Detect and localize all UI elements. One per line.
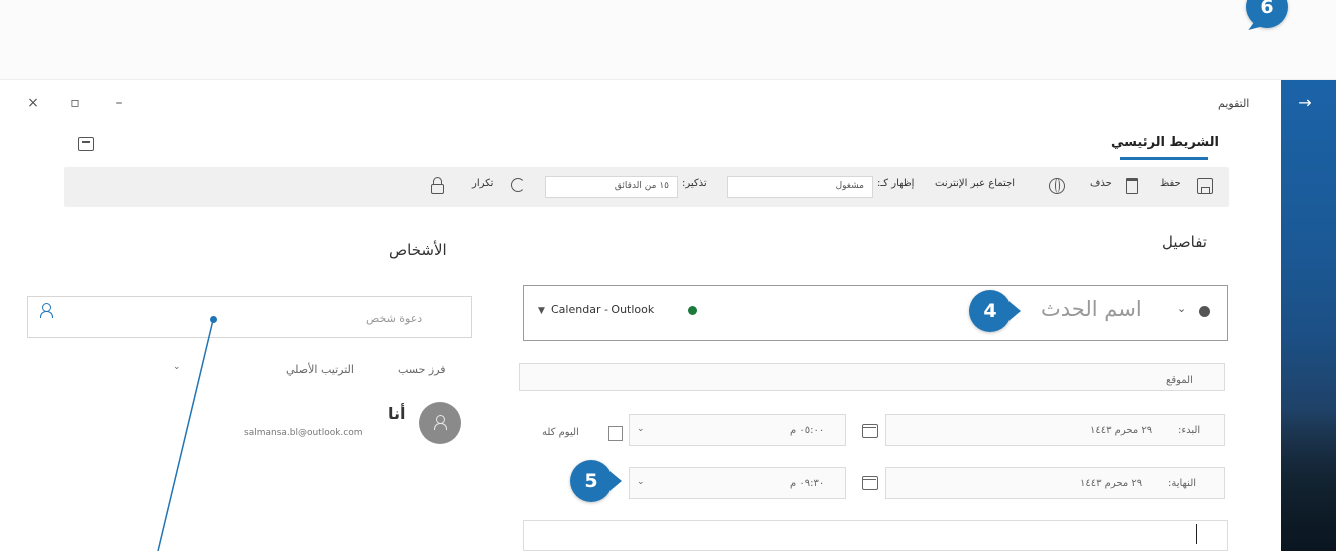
- outlook-new-event-window: → التقويم × ▫ – الشريط الرئيسي حفظ حذف ا…: [0, 0, 1336, 551]
- pointer-line: [157, 319, 214, 551]
